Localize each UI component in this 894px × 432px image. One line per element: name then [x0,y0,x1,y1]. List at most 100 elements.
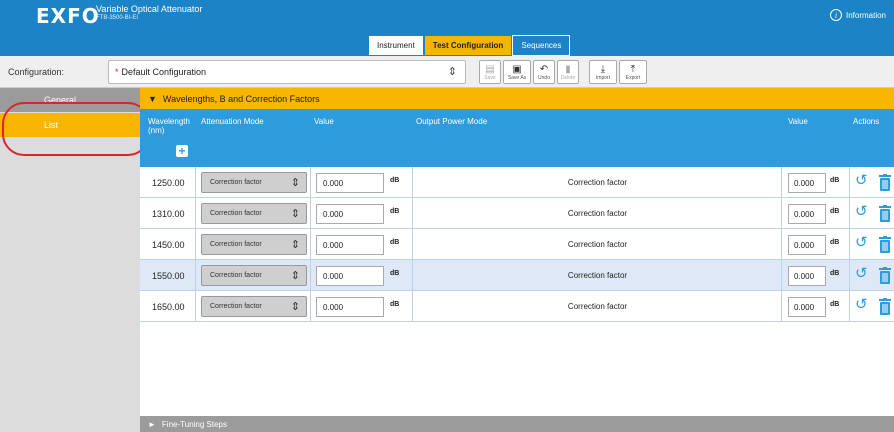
import-button[interactable]: ⤓ Import [589,60,617,84]
attenuation-mode-select[interactable]: Correction factor ⇕ [201,265,307,286]
export-icon: ⤒ [630,63,636,75]
undo-button[interactable]: ↶ Undo [533,60,555,84]
output-value-unit: dB [830,270,840,277]
value-input[interactable]: 0.000 [316,173,384,193]
delete-row-icon[interactable] [879,298,891,315]
output-power-mode: Correction factor [567,302,628,311]
configuration-bar: Configuration: * Default Configuration ⇕… [0,56,894,88]
value-unit: dB [390,177,400,184]
information-button[interactable]: i Information [829,9,886,21]
configuration-value: Default Configuration [121,67,207,77]
wavelength-value: 1310.00 [152,209,185,219]
information-label: Information [845,10,886,20]
exfo-logo: EXFO [36,4,100,28]
column-attenuation-mode: Attenuation Mode [201,117,264,126]
output-power-mode: Correction factor [567,271,628,280]
table-row[interactable]: 1250.00 Correction factor ⇕ 0.000 dB Corr… [140,167,894,198]
column-wavelength: Wavelength (nm) [148,117,190,135]
table-row[interactable]: 1650.00 Correction factor ⇕ 0.000 dB Corr… [140,291,894,322]
fine-tuning-section-header[interactable]: ► Fine-Tuning Steps [140,416,894,432]
table-row[interactable]: 1310.00 Correction factor ⇕ 0.000 dB Corr… [140,198,894,229]
wavelength-table-body: 1250.00 Correction factor ⇕ 0.000 dB Corr… [140,167,894,322]
column-output-power-mode: Output Power Mode [416,117,488,126]
fine-tuning-title: Fine-Tuning Steps [161,419,227,429]
modified-marker: * [115,67,119,77]
import-icon: ⤓ [600,63,606,75]
collapse-triangle-icon: ▼ [148,93,157,104]
output-value-unit: dB [830,301,840,308]
attenuation-mode-select[interactable]: Correction factor ⇕ [201,296,307,317]
undo-icon: ↶ [539,63,549,75]
delete-row-icon[interactable] [879,205,891,222]
reset-row-icon[interactable]: ↺ [855,204,868,219]
info-icon: i [829,9,842,21]
column-value-2: Value [788,117,808,126]
wavelengths-section-header[interactable]: ▼ Wavelengths, B and Correction Factors [140,88,894,109]
table-header: Wavelength (nm) Attenuation Mode Value O… [140,109,894,167]
app-header: EXFO Variable Optical Attenuator FTB-350… [0,0,894,56]
output-value-input[interactable]: 0.000 [788,204,826,224]
delete-row-icon[interactable] [879,174,891,191]
value-input[interactable]: 0.000 [316,266,384,286]
output-value-unit: dB [830,177,840,184]
attenuation-mode-select[interactable]: Correction factor ⇕ [201,234,307,255]
tab-instrument[interactable]: Instrument [368,35,424,56]
output-value-input[interactable]: 0.000 [788,266,826,286]
reset-row-icon[interactable]: ↺ [855,173,868,188]
output-value-unit: dB [830,208,840,215]
annotation-highlight-ring [2,102,150,156]
output-power-mode: Correction factor [567,178,628,187]
column-value: Value [314,117,334,126]
output-value-input[interactable]: 0.000 [788,297,826,317]
value-unit: dB [390,208,400,215]
export-button[interactable]: ⤒ Export [619,60,647,84]
select-arrows-icon: ⇕ [290,177,300,189]
select-arrows-icon: ⇕ [290,208,300,220]
delete-icon: ▮ [565,63,571,75]
output-value-unit: dB [830,239,840,246]
delete-button[interactable]: ▮ Delete [557,60,579,84]
save-as-icon: ▣ [512,63,522,75]
value-input[interactable]: 0.000 [316,235,384,255]
configuration-label: Configuration: [8,67,65,77]
value-unit: dB [390,301,400,308]
wavelength-value: 1650.00 [152,302,185,312]
configuration-select[interactable]: * Default Configuration ⇕ [108,60,466,84]
table-row-selected[interactable]: 1550.00 Correction factor ⇕ 0.000 dB Corr… [140,260,894,291]
value-unit: dB [390,270,400,277]
add-wavelength-button[interactable]: + [176,145,188,157]
select-arrows-icon: ⇕ [290,270,300,282]
main-tabs: Instrument Test Configuration Sequences [368,35,571,56]
attenuation-mode-select[interactable]: Correction factor ⇕ [201,203,307,224]
reset-row-icon[interactable]: ↺ [855,235,868,250]
output-power-mode: Correction factor [567,209,628,218]
app-subtitle: FTB-3500-BI-EI [96,15,139,21]
value-unit: dB [390,239,400,246]
wavelength-value: 1250.00 [152,178,185,188]
delete-row-icon[interactable] [879,236,891,253]
app-title: Variable Optical Attenuator [96,4,203,14]
wavelength-value: 1450.00 [152,240,185,250]
value-input[interactable]: 0.000 [316,297,384,317]
column-actions: Actions [853,117,880,126]
save-as-button[interactable]: ▣ Save As [503,60,531,84]
tab-test-configuration[interactable]: Test Configuration [423,35,513,56]
select-arrows-icon: ⇕ [290,239,300,251]
output-value-input[interactable]: 0.000 [788,235,826,255]
config-toolbar: ▤ Save ▣ Save As ↶ Undo ▮ Delete ⤓ Impor… [479,60,647,84]
table-row[interactable]: 1450.00 Correction factor ⇕ 0.000 dB Corr… [140,229,894,260]
save-icon: ▤ [485,63,495,75]
output-power-mode: Correction factor [567,240,628,249]
plus-icon: + [178,144,186,158]
reset-row-icon[interactable]: ↺ [855,297,868,312]
output-value-input[interactable]: 0.000 [788,173,826,193]
section-title: Wavelengths, B and Correction Factors [162,93,320,104]
delete-row-icon[interactable] [879,267,891,284]
value-input[interactable]: 0.000 [316,204,384,224]
select-arrows-icon: ⇕ [290,301,300,313]
reset-row-icon[interactable]: ↺ [855,266,868,281]
save-button[interactable]: ▤ Save [479,60,501,84]
tab-sequences[interactable]: Sequences [512,35,571,56]
attenuation-mode-select[interactable]: Correction factor ⇕ [201,172,307,193]
select-arrows-icon: ⇕ [447,66,457,78]
